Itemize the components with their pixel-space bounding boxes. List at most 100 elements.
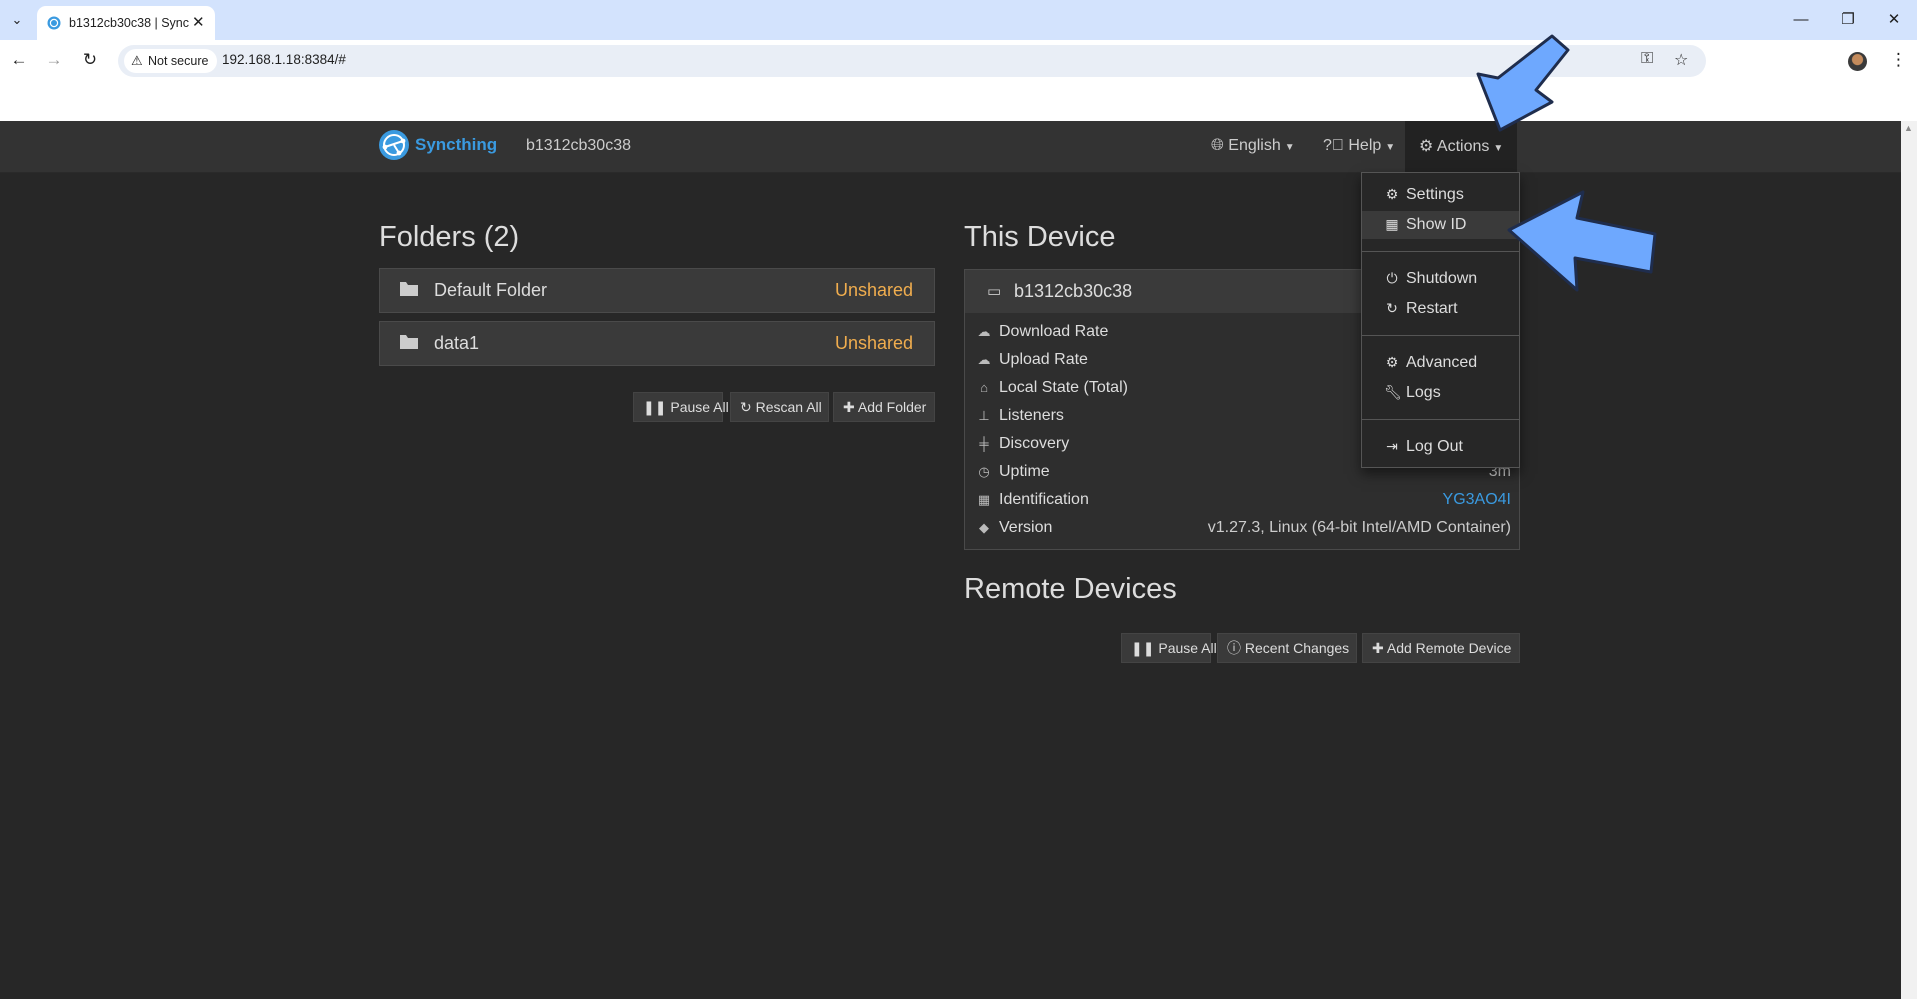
power-icon: ⏻ — [1386, 270, 1398, 286]
annotation-arrow-down-icon — [1476, 34, 1570, 132]
button-label: Recent Changes — [1244, 640, 1350, 656]
globe-icon: 🌐︎ — [1211, 137, 1224, 154]
folder-icon — [400, 335, 418, 349]
pause-all-devices-button[interactable]: ❚❚ Pause All — [1121, 633, 1217, 663]
language-label: English — [1228, 137, 1281, 154]
row-label: Download Rate — [999, 323, 1109, 340]
refresh-icon: ↻ — [1386, 300, 1398, 316]
tag-icon: ◆ — [979, 520, 989, 535]
menu-item-advanced[interactable]: ⚙ Advanced — [1362, 349, 1519, 377]
plus-icon: ✚ — [1372, 640, 1384, 656]
sign-out-icon: ⇥ — [1386, 438, 1398, 454]
caret-down-icon: ▼ — [1284, 142, 1295, 153]
actions-menu: ⚙ Settings ▦ Show ID ⏻ Shutdown ↻ Restar… — [1361, 172, 1520, 468]
menu-label: Advanced — [1406, 354, 1478, 371]
forward-arrow-icon[interactable]: → — [42, 48, 66, 72]
plus-icon: ✚ — [843, 399, 855, 415]
row-label: Identification — [999, 491, 1089, 508]
annotation-arrow-left-icon — [1507, 190, 1657, 292]
window-minimize-button[interactable]: — — [1786, 9, 1816, 31]
clock-icon: ◷ — [978, 464, 990, 479]
tab-title: b1312cb30c38 | Syncthing — [69, 16, 189, 30]
menu-item-logs[interactable]: 🔧︎ Logs — [1362, 379, 1519, 407]
menu-item-restart[interactable]: ↻ Restart — [1362, 295, 1519, 323]
button-label: Pause All — [670, 399, 729, 415]
password-key-icon[interactable]: ⚿ — [1641, 50, 1653, 68]
cogs-icon: ⚙ — [1385, 354, 1399, 370]
menu-item-log-out[interactable]: ⇥ Log Out — [1362, 433, 1519, 461]
address-bar[interactable]: ⚠ Not secure 192.168.1.18:8384/# ⚿ ☆ — [118, 45, 1706, 77]
help-dropdown[interactable]: ?⃝ Help ▼ — [1323, 137, 1395, 155]
menu-label: Settings — [1406, 186, 1464, 203]
bookmark-star-icon[interactable]: ☆ — [1674, 50, 1688, 70]
gear-icon: ⚙ — [1385, 186, 1399, 202]
server-icon: ▭ — [987, 283, 1002, 300]
menu-divider — [1362, 335, 1519, 336]
device-id-link[interactable]: YG3AO4I — [1443, 491, 1511, 509]
window-restore-button[interactable]: ❐ — [1833, 9, 1863, 31]
row-label: Discovery — [999, 435, 1070, 452]
brand-name[interactable]: Syncthing — [415, 135, 497, 155]
pause-icon: ❚❚ — [643, 399, 667, 415]
folder-panel-data1[interactable]: data1 Unshared — [379, 321, 935, 366]
button-label: Pause All — [1158, 640, 1217, 656]
syncthing-logo-icon[interactable] — [379, 130, 409, 160]
recent-changes-button[interactable]: ⓘ Recent Changes — [1217, 633, 1357, 663]
syncthing-logo-mark-icon — [382, 134, 406, 156]
back-arrow-icon[interactable]: ← — [7, 48, 31, 72]
sitemap-icon: ⊥ — [978, 408, 990, 423]
qrcode-icon: ▦ — [1385, 216, 1399, 232]
caret-down-icon: ▼ — [1493, 143, 1504, 154]
button-label: Add Folder — [857, 399, 927, 415]
menu-item-settings[interactable]: ⚙ Settings — [1362, 181, 1519, 209]
profile-avatar[interactable] — [1848, 52, 1867, 71]
question-circle-icon: ?⃝ — [1323, 137, 1344, 154]
add-folder-button[interactable]: ✚ Add Folder — [833, 392, 935, 422]
window-close-button[interactable]: ✕ — [1879, 9, 1909, 31]
navbar-device-name: b1312cb30c38 — [526, 137, 631, 154]
pause-all-folders-button[interactable]: ❚❚ Pause All — [633, 392, 729, 422]
language-dropdown[interactable]: 🌐︎ English ▼ — [1211, 137, 1295, 155]
refresh-icon: ↻ — [740, 399, 752, 415]
warning-triangle-icon: ⚠ — [131, 53, 143, 68]
reload-icon[interactable]: ↻ — [78, 48, 102, 72]
menu-item-show-id[interactable]: ▦ Show ID — [1362, 211, 1519, 239]
menu-label: Shutdown — [1406, 270, 1478, 287]
tab-search-icon[interactable]: ⌄ — [6, 9, 28, 31]
button-label: Rescan All — [755, 399, 822, 415]
browser-menu-icon[interactable]: ⋮ — [1890, 50, 1907, 70]
row-label: Upload Rate — [999, 351, 1088, 368]
menu-label: Log Out — [1406, 438, 1463, 455]
this-device-name: b1312cb30c38 — [1014, 281, 1133, 301]
scroll-up-arrow-icon[interactable]: ▲ — [1904, 123, 1913, 133]
folder-name: Default Folder — [434, 280, 548, 300]
page-scrollbar[interactable] — [1901, 121, 1917, 999]
device-row-version: ◆ Version v1.27.3, Linux (64-bit Intel/A… — [965, 515, 1519, 543]
button-label: Add Remote Device — [1386, 640, 1512, 656]
row-label: Listeners — [999, 407, 1064, 424]
actions-label: Actions — [1436, 138, 1490, 155]
folder-status: Unshared — [834, 333, 913, 353]
security-chip[interactable]: ⚠ Not secure — [124, 49, 218, 73]
menu-item-shutdown[interactable]: ⏻ Shutdown — [1362, 265, 1519, 293]
caret-down-icon: ▼ — [1385, 142, 1396, 153]
menu-label: Logs — [1406, 384, 1441, 401]
row-label: Uptime — [999, 463, 1050, 480]
folder-panel-default[interactable]: Default Folder Unshared — [379, 268, 935, 313]
url-text[interactable]: 192.168.1.18:8384/# — [222, 52, 346, 67]
qrcode-icon: ▦ — [977, 492, 991, 507]
gear-icon: ⚙ — [1419, 138, 1434, 155]
pause-icon: ❚❚ — [1131, 640, 1155, 656]
tab-close-icon[interactable]: ✕ — [192, 13, 205, 31]
menu-label: Restart — [1406, 300, 1458, 317]
rescan-all-button[interactable]: ↻ Rescan All — [730, 392, 829, 422]
folder-name: data1 — [434, 333, 480, 353]
folder-status: Unshared — [834, 280, 913, 300]
browser-tab[interactable]: b1312cb30c38 | Syncthing ✕ — [37, 6, 215, 40]
add-remote-device-button[interactable]: ✚ Add Remote Device — [1362, 633, 1520, 663]
syncthing-favicon-icon — [47, 16, 61, 30]
page-top-gap — [0, 80, 1917, 121]
security-label: Not secure — [148, 54, 209, 68]
help-label: Help — [1348, 137, 1382, 154]
this-device-heading: This Device — [964, 221, 1116, 253]
